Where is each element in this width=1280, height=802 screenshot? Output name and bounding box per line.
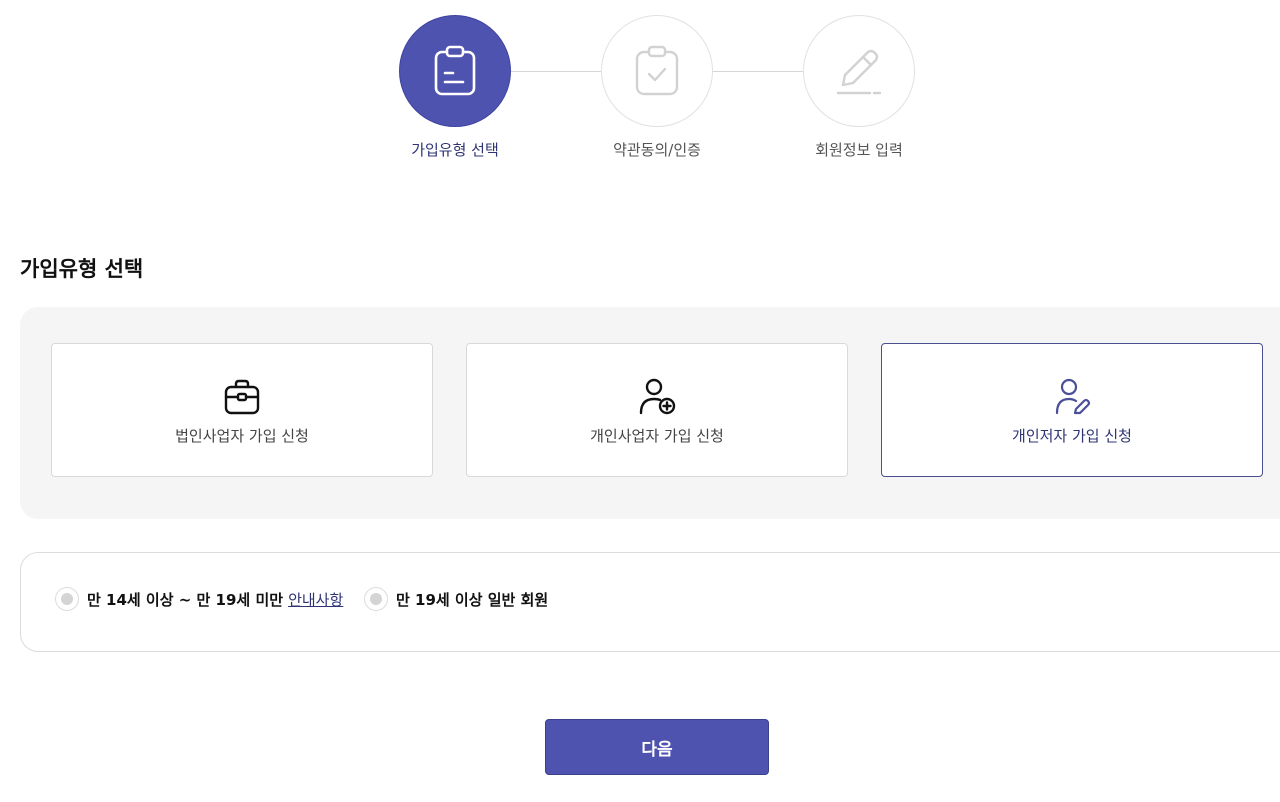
next-button[interactable]: 다음 (545, 719, 769, 775)
corporate-business-card[interactable]: 법인사업자 가입 신청 (51, 343, 433, 477)
step-terms-auth: 약관동의/인증 (601, 15, 713, 160)
signup-stepper: 가입유형 선택 약관동의/인증 회원정보 입력 (0, 0, 1280, 170)
clipboard-check-icon (635, 45, 679, 96)
age-option-adult[interactable]: 만 19세 이상 일반 회원 (364, 587, 548, 611)
step-connector (510, 71, 602, 72)
step-circle (803, 15, 915, 127)
radio-button[interactable] (364, 587, 388, 611)
card-label: 개인저자 가입 신청 (1012, 426, 1132, 445)
radio-label: 만 19세 이상 일반 회원 (396, 590, 549, 609)
step-connector (712, 71, 804, 72)
pencil-icon (836, 49, 882, 95)
card-label: 법인사업자 가입 신청 (175, 426, 309, 445)
radio-dot (61, 593, 73, 605)
signup-type-panel: 법인사업자 가입 신청 개인사업자 가입 신청 개인저자 가입 신청 (20, 307, 1280, 519)
step-circle (399, 15, 511, 127)
step-circle (601, 15, 713, 127)
briefcase-icon (224, 379, 260, 414)
radio-dot (370, 593, 382, 605)
step-label: 회원정보 입력 (815, 141, 903, 159)
user-add-icon (639, 378, 676, 414)
age-group-panel: 만 14세 이상 ~ 만 19세 미만 안내사항 만 19세 이상 일반 회원 (20, 552, 1280, 652)
clipboard-icon (434, 45, 476, 96)
radio-button[interactable] (55, 587, 79, 611)
step-member-info: 회원정보 입력 (803, 15, 915, 160)
user-edit-icon (1055, 378, 1091, 414)
notice-link[interactable]: 안내사항 (288, 589, 343, 610)
card-label: 개인사업자 가입 신청 (590, 426, 724, 445)
step-label: 약관동의/인증 (613, 141, 701, 159)
step-label: 가입유형 선택 (411, 141, 499, 159)
individual-business-card[interactable]: 개인사업자 가입 신청 (466, 343, 848, 477)
page-title: 가입유형 선택 (20, 257, 144, 281)
age-option-minor[interactable]: 만 14세 이상 ~ 만 19세 미만 안내사항 (55, 587, 343, 611)
step-select-type: 가입유형 선택 (399, 15, 511, 160)
individual-author-card[interactable]: 개인저자 가입 신청 (881, 343, 1263, 477)
radio-label: 만 14세 이상 ~ 만 19세 미만 (87, 590, 284, 609)
